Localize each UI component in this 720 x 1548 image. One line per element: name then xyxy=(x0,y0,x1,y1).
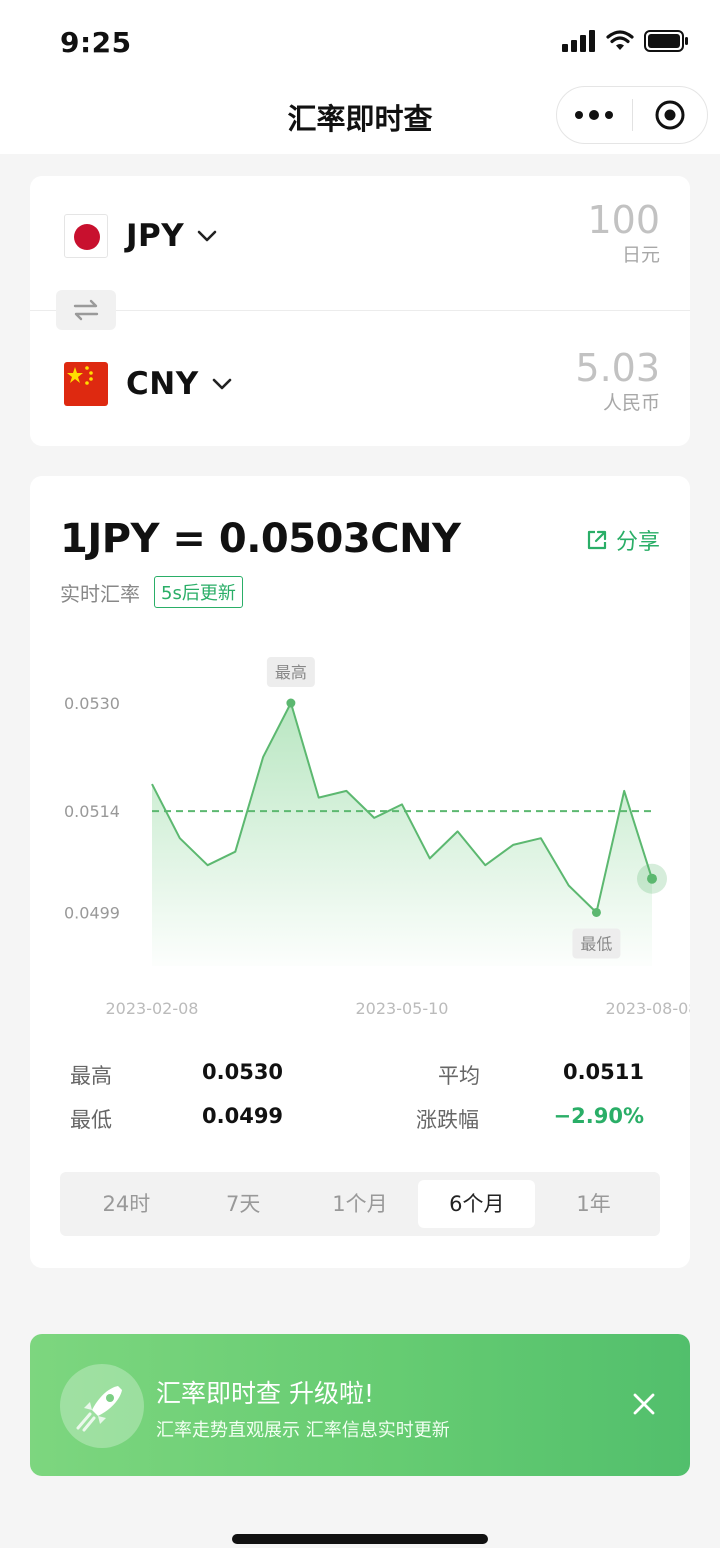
tab-6m[interactable]: 6个月 xyxy=(418,1180,536,1228)
close-icon[interactable] xyxy=(632,1392,656,1416)
more-button[interactable] xyxy=(557,110,632,120)
y-tick-label: 0.0530 xyxy=(64,694,120,713)
stat-change-value: −2.90% xyxy=(553,1104,644,1128)
more-dot-icon xyxy=(589,110,600,120)
tab-1y[interactable]: 1年 xyxy=(535,1180,652,1228)
mini-program-capsule xyxy=(556,86,708,144)
stat-change-label: 涨跌幅 xyxy=(416,1108,479,1132)
rocket-graphic xyxy=(76,1386,122,1432)
share-label[interactable]: 分享 xyxy=(616,524,660,556)
to-currency-name: 人民币 xyxy=(602,392,660,414)
to-currency-code[interactable]: CNY xyxy=(126,366,199,402)
battery-icon xyxy=(644,30,688,52)
share-icon xyxy=(587,530,607,550)
y-tick-label: 0.0499 xyxy=(64,903,120,922)
wifi-icon xyxy=(606,30,634,50)
share-button[interactable]: 分享 xyxy=(586,524,660,556)
rate-card: 1JPY = 0.0503CNY 分享 实时汇率 5s后更新 0.0530 0.0… xyxy=(30,476,690,1268)
rate-chart: 0.0530 0.0514 0.0499 2023-02-08 2023-05-10 20… xyxy=(64,657,690,1018)
to-amount-block[interactable]: 5.03 人民币 xyxy=(575,346,660,415)
stat-low-value: 0.0499 xyxy=(202,1104,284,1128)
to-amount[interactable]: 5.03 xyxy=(575,346,660,390)
stats-row-1: 最高 0.0530 平均 0.0511 xyxy=(70,1060,644,1104)
from-amount-block[interactable]: 100 日元 xyxy=(587,198,660,267)
high-tag: 最高 xyxy=(275,663,307,682)
tab-7d[interactable]: 7天 xyxy=(185,1180,302,1228)
from-currency-code[interactable]: JPY xyxy=(126,218,184,254)
update-badge: 5s后更新 xyxy=(154,576,243,608)
x-tick-label: 2023-02-08 xyxy=(106,999,199,1018)
stat-high-label: 最高 xyxy=(70,1064,112,1088)
home-indicator xyxy=(232,1534,488,1544)
to-currency-row[interactable]: CNY 5.03 人民币 xyxy=(64,346,660,414)
tab-1m[interactable]: 1个月 xyxy=(302,1180,419,1228)
high-point xyxy=(286,698,296,708)
more-dot-icon xyxy=(605,111,614,119)
close-program-button[interactable] xyxy=(633,99,708,131)
low-tag: 最低 xyxy=(580,934,612,953)
nav-bar: 汇率即时查 xyxy=(0,86,720,154)
from-amount[interactable]: 100 xyxy=(587,198,660,242)
x-tick-label: 2023-05-10 xyxy=(356,999,449,1018)
china-flag-stars xyxy=(67,366,93,385)
current-point xyxy=(647,873,657,884)
status-time: 9:25 xyxy=(60,26,132,59)
rocket-icon xyxy=(60,1364,144,1448)
status-bar: 9:25 xyxy=(0,0,720,86)
more-dot-icon xyxy=(575,111,584,119)
tab-24h[interactable]: 24时 xyxy=(68,1180,185,1228)
stat-high-value: 0.0530 xyxy=(202,1060,284,1084)
china-flag-icon xyxy=(64,362,108,406)
range-tabs: 24时 7天 1个月 6个月 1年 xyxy=(60,1172,660,1236)
swap-icon xyxy=(73,299,99,321)
stat-avg-label: 平均 xyxy=(438,1064,480,1088)
stat-low-label: 最低 xyxy=(70,1108,112,1132)
japan-flag-icon xyxy=(64,214,108,258)
rate-subtitle-row: 实时汇率 5s后更新 xyxy=(60,576,243,608)
converter-divider xyxy=(30,310,690,311)
stat-avg-value: 0.0511 xyxy=(562,1060,644,1084)
from-currency-name: 日元 xyxy=(621,244,660,266)
banner-subtitle: 汇率走势直观展示 汇率信息实时更新 xyxy=(156,1420,450,1441)
low-point xyxy=(591,907,601,917)
swap-button[interactable] xyxy=(56,290,116,330)
upgrade-banner[interactable]: 汇率即时查 升级啦! 汇率走势直观展示 汇率信息实时更新 xyxy=(30,1334,690,1476)
banner-title: 汇率即时查 升级啦! xyxy=(156,1379,374,1408)
converter-card: JPY 100 日元 CNY 5.03 人民币 xyxy=(30,176,690,446)
rate-title: 1JPY = 0.0503CNY xyxy=(60,516,461,562)
target-icon xyxy=(655,100,685,130)
rate-subtitle: 实时汇率 xyxy=(60,581,140,606)
chevron-down-icon[interactable] xyxy=(196,225,218,247)
y-tick-label: 0.0514 xyxy=(64,802,120,821)
stats-panel: 最高 0.0530 平均 0.0511 最低 0.0499 涨跌幅 −2.90% xyxy=(70,1060,644,1148)
from-currency-row[interactable]: JPY 100 日元 xyxy=(64,198,660,266)
status-icons xyxy=(562,30,690,52)
signal-icon xyxy=(562,30,595,52)
x-tick-label: 2023-08-08 xyxy=(606,999,690,1018)
chevron-down-icon[interactable] xyxy=(211,373,233,395)
stats-row-2: 最低 0.0499 涨跌幅 −2.90% xyxy=(70,1104,644,1148)
chart-area xyxy=(152,703,652,966)
